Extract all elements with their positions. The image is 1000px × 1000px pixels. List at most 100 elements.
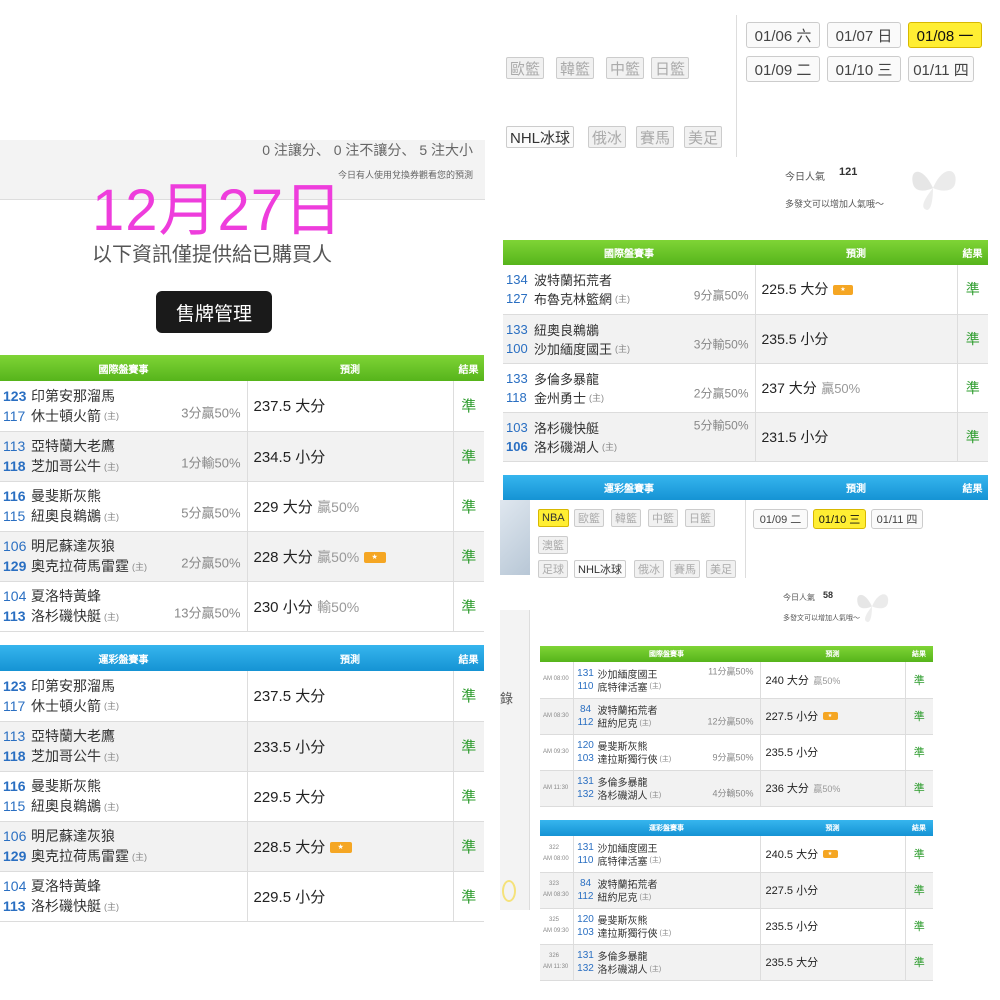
date-tab-0107[interactable]: 01/07 日 [827,22,901,48]
win-percent: 贏50% [813,675,841,686]
result-mark: 準 [452,771,484,822]
team-line: 118 芝加哥公牛 (主) [0,746,247,766]
date-tab-0109[interactable]: 01/09 二 [753,509,808,529]
team-number: 129 [3,558,27,574]
divider [736,15,737,157]
sport-russia-hockey[interactable]: 俄冰 [634,560,664,578]
team-name: 洛杉磯湖人 [534,439,600,455]
date-tab-0110[interactable]: 01/10 三 [813,509,866,529]
sport-american-football[interactable]: 美足 [684,126,723,148]
purchase-notice: 以下資訊僅提供給已購買人 [92,244,332,266]
sport-china-basketball[interactable]: 中籃 [606,57,645,79]
win-percent: 贏50% [821,380,861,396]
table-row: 113 亞特蘭大老鷹 118 芝加哥公牛 (主) 1分輸50% 234.5 小分 準 [0,431,484,482]
team-name: 多倫多暴龍 [534,371,600,387]
handicap-note: 2分贏50% [181,555,241,571]
team-name: 明尼蘇達灰狼 [31,538,115,554]
prediction-value: 240.5 大分 [765,848,819,861]
result-header: 結果 [905,646,933,662]
result-mark: 準 [956,363,988,413]
table-title: 國際盤賽事 [0,355,247,381]
handicap-note: 4分輸50% [712,788,754,799]
team-line: 106 洛杉磯湖人 (主) [503,437,755,456]
result-mark: 準 [452,531,484,582]
team-number: 116 [3,488,26,504]
bottom-right-screenshot-panel: 01/09 二 01/10 三 01/11 四 NBA 歐籃 韓籃 中籃 日籃 … [500,500,1000,1000]
sport-korea-basketball[interactable]: 韓籃 [556,57,595,79]
king-badge-icon: ★ [363,551,386,563]
prediction-cell: 240 大分 贏50% [759,662,905,699]
popularity-value: 121 [839,166,858,178]
sport-japan-basketball[interactable]: 日籃 [685,509,715,527]
side-menu-label[interactable]: 錄 [500,688,513,707]
prediction-value: 237.5 大分 [253,398,326,416]
sport-american-football[interactable]: 美足 [706,560,736,578]
sport-euro-basketball[interactable]: 歐籃 [506,57,545,79]
date-tab-0110[interactable]: 01/10 三 [827,56,901,82]
team-number: 117 [3,697,26,714]
sport-nhl-hockey[interactable]: NHL冰球 [506,126,575,148]
result-mark: 準 [904,734,933,771]
date-tab-0111[interactable]: 01/11 四 [871,509,923,529]
result-mark: 準 [452,431,484,482]
team-number: 123 [3,387,27,404]
teams-cell: 84 波特蘭拓荒者 112 紐約尼克 (主) [572,872,760,909]
team-name: 印第安那溜馬 [31,387,115,404]
sport-soccer[interactable]: 足球 [538,560,568,578]
handicap-note: 12分贏50% [707,716,754,727]
teams-cell: 123 印第安那溜馬 117 休士頓火箭 (主) 3分贏50% [0,381,247,432]
date-tab-0106[interactable]: 01/06 六 [746,22,820,48]
team-name: 奧克拉荷馬雷霆 [31,848,129,864]
prediction-value: 225.5 大分 [761,281,829,298]
team-name: 曼斐斯灰熊 [31,488,101,504]
team-name: 休士頓火箭 [31,407,101,424]
prediction-value: 234.5 小分 [253,448,326,466]
date-tab-0111[interactable]: 01/11 四 [908,56,974,82]
king-badge-icon: ★ [822,849,838,858]
result-header: 結果 [957,240,988,265]
sport-russia-hockey[interactable]: 俄冰 [588,126,627,148]
team-name: 洛杉磯湖人 [597,965,648,976]
home-marker: (主) [649,683,662,691]
result-mark: 準 [452,721,484,772]
sport-horse-racing[interactable]: 賽馬 [636,126,675,148]
sport-nhl-hockey[interactable]: NHL冰球 [574,560,627,578]
teams-cell: 131 多倫多暴龍 132 洛杉磯湖人 (主) [572,944,760,981]
team-name: 亞特蘭大老鷹 [31,438,115,454]
prediction-value: 235.5 小分 [765,921,819,933]
handicap-note: 3分輸50% [693,337,749,352]
team-name: 底特律活塞 [597,682,648,694]
prediction-header: 預測 [760,646,905,662]
date-tab-0108[interactable]: 01/08 一 [908,22,982,48]
home-marker: (主) [659,929,672,937]
sport-horse-racing[interactable]: 賽馬 [670,560,700,578]
prediction-cell: 227.5 小分 ★ [759,698,905,735]
sport-china-basketball[interactable]: 中籃 [648,509,678,527]
sport-nba[interactable]: NBA [538,509,569,527]
handicap-note: 9分贏50% [693,288,749,303]
result-mark: 準 [904,662,933,699]
win-percent: 贏50% [317,548,360,565]
sales-manage-button[interactable]: 售牌管理 [156,291,272,333]
date-tab-0109[interactable]: 01/09 二 [746,56,820,82]
sport-australia-basketball[interactable]: 澳籃 [538,536,568,554]
home-marker: (主) [639,719,652,727]
result-mark: 準 [452,381,484,432]
game-time: AM 09:30 [543,748,569,755]
prediction-header: 預測 [760,820,905,836]
team-name: 紐約尼克 [597,719,638,730]
team-number: 104 [3,588,27,604]
sport-korea-basketball[interactable]: 韓籃 [611,509,641,527]
sport-euro-basketball[interactable]: 歐籃 [574,509,604,527]
game-code: 326 [549,953,560,959]
team-line: 116 曼斐斯灰熊 [0,776,247,796]
teams-cell: 120 曼斐斯灰熊 103 達拉斯獨行俠 (主) 9分贏50% [572,734,760,771]
sport-japan-basketball[interactable]: 日籃 [651,57,690,79]
team-name: 夏洛特黃蜂 [31,878,101,894]
home-marker: (主) [659,755,672,763]
game-time: AM 11:30 [543,964,569,970]
home-marker: (主) [602,441,618,452]
teams-cell: 131 多倫多暴龍 132 洛杉磯湖人 (主) 4分輸50% [572,770,760,807]
table-row: 134 波特蘭拓荒者 127 布魯克林籃網 (主) 9分贏50% 225.5 大分 ★ 準 [503,265,988,315]
home-marker: (主) [104,411,119,422]
